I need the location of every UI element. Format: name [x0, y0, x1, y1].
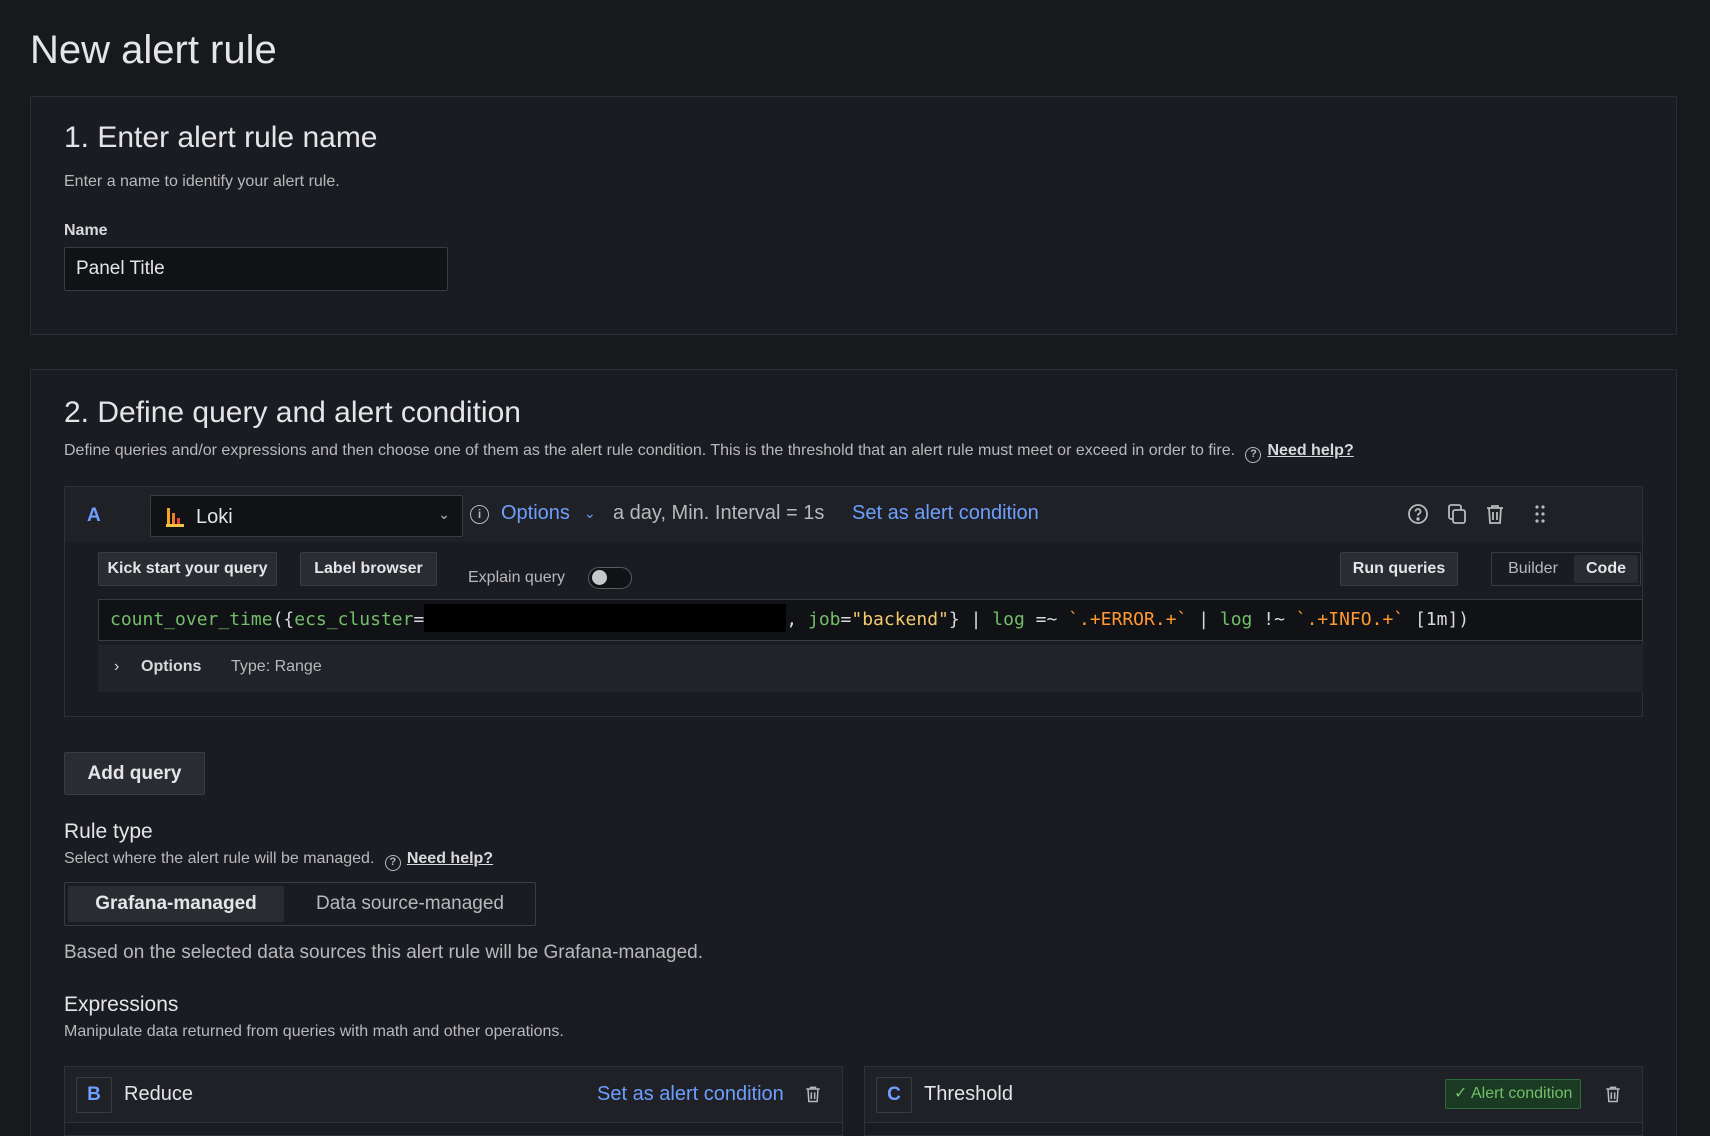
section-description: Enter a name to identify your alert rule…	[64, 173, 340, 190]
expression-header: B Reduce Set as alert condition	[65, 1067, 842, 1123]
need-help-link[interactable]: Need help?	[1267, 442, 1353, 459]
code-range: [1m])	[1404, 609, 1470, 630]
page-title: New alert rule	[30, 28, 277, 72]
code-eq: =	[413, 609, 425, 630]
options-row-label: Options	[141, 658, 202, 675]
loki-logo-icon	[166, 508, 184, 527]
code-log-keyword: log	[1219, 609, 1253, 630]
alert-condition-badge: ✓ Alert condition	[1445, 1079, 1582, 1109]
code-label: ecs_cluster	[294, 609, 414, 630]
options-row-type: Type: Range	[231, 658, 322, 675]
expression-card-c: C Threshold ✓ Alert condition	[864, 1066, 1643, 1136]
datasource-name: Loki	[196, 506, 233, 528]
help-icon[interactable]	[1406, 502, 1430, 526]
code-job-label: job	[808, 609, 841, 630]
expressions-title: Expressions	[64, 993, 179, 1016]
expression-card-b: B Reduce Set as alert condition	[64, 1066, 843, 1136]
query-options-row[interactable]: › Options Type: Range	[98, 645, 1643, 692]
rule-type-description-text: Select where the alert rule will be mana…	[64, 850, 375, 867]
code-close: }	[948, 609, 960, 630]
query-interval-info: a day, Min. Interval = 1s	[613, 502, 825, 524]
builder-mode-option[interactable]: Builder	[1493, 554, 1573, 584]
code-operator: =~	[1024, 609, 1069, 630]
add-query-button[interactable]: Add query	[64, 752, 205, 795]
label-browser-button[interactable]: Label browser	[300, 552, 437, 586]
expression-name: Threshold	[924, 1083, 1013, 1105]
expression-letter[interactable]: C	[876, 1077, 912, 1113]
datasource-select[interactable]: Loki ⌄	[150, 495, 463, 537]
rule-type-title: Rule type	[64, 820, 153, 843]
query-letter[interactable]: A	[87, 505, 101, 527]
chevron-down-icon: ⌄	[438, 506, 450, 522]
code-regex: `.+INFO.+`	[1295, 609, 1405, 630]
section-alert-rule-name: 1. Enter alert rule name Enter a name to…	[30, 96, 1677, 335]
expression-letter[interactable]: B	[76, 1077, 112, 1113]
explain-query-toggle[interactable]	[588, 567, 632, 589]
datasource-managed-option[interactable]: Data source-managed	[290, 886, 530, 922]
code-job-value: "backend"	[851, 609, 949, 630]
code-pipe: |	[1187, 609, 1220, 630]
redacted-value	[424, 604, 787, 632]
rule-type-switch: Grafana-managed Data source-managed	[64, 882, 536, 926]
code-mode-option[interactable]: Code	[1574, 555, 1638, 583]
explain-query-label: Explain query	[468, 569, 565, 586]
run-queries-button[interactable]: Run queries	[1340, 552, 1458, 586]
question-circle-icon: ?	[384, 855, 401, 871]
set-alert-condition-button[interactable]: Set as alert condition	[597, 1083, 784, 1106]
code-log-keyword: log	[992, 609, 1025, 630]
name-label: Name	[64, 222, 108, 239]
expression-header: C Threshold ✓ Alert condition	[865, 1067, 1642, 1123]
query-editor-a: A Loki ⌄ i Options ⌄ a day, Min. Interva…	[64, 486, 1643, 717]
code-sep: ,	[786, 609, 808, 630]
rule-name-input[interactable]: Panel Title	[64, 247, 448, 291]
trash-icon[interactable]	[1483, 502, 1507, 526]
duplicate-icon[interactable]	[1445, 502, 1469, 526]
toggle-knob	[592, 570, 607, 585]
grafana-managed-option[interactable]: Grafana-managed	[68, 886, 284, 922]
chevron-down-icon: ⌄	[584, 505, 596, 521]
query-code-editor[interactable]: count_over_time({ecs_cluster=, job="back…	[98, 599, 1643, 641]
expression-name: Reduce	[124, 1083, 193, 1105]
code-pipe: |	[959, 609, 993, 630]
query-header: A Loki ⌄ i Options ⌄ a day, Min. Interva…	[65, 487, 1642, 542]
code-open: ({	[272, 609, 295, 630]
need-help-link[interactable]: Need help?	[407, 850, 493, 867]
info-icon[interactable]: i	[470, 505, 489, 524]
question-circle-icon: ?	[1245, 447, 1262, 463]
code-regex: `.+ERROR.+`	[1068, 609, 1188, 630]
trash-icon[interactable]	[1603, 1083, 1623, 1105]
trash-icon[interactable]	[803, 1083, 823, 1105]
rule-type-description: Select where the alert rule will be mana…	[64, 850, 493, 871]
code-operator: !~	[1252, 609, 1296, 630]
section-description-text: Define queries and/or expressions and th…	[64, 442, 1236, 459]
section-title: 2. Define query and alert condition	[64, 396, 521, 429]
expressions-description: Manipulate data returned from queries wi…	[64, 1023, 564, 1040]
query-options-toggle[interactable]: Options	[501, 502, 570, 525]
code-job-eq: =	[840, 609, 852, 630]
drag-handle-icon[interactable]	[1528, 502, 1552, 526]
set-alert-condition-button[interactable]: Set as alert condition	[852, 502, 1039, 525]
kick-start-query-button[interactable]: Kick start your query	[98, 552, 277, 586]
section-query-condition: 2. Define query and alert condition Defi…	[30, 369, 1677, 1136]
section-title: 1. Enter alert rule name	[64, 121, 378, 154]
code-function: count_over_time	[110, 609, 273, 630]
rule-type-note: Based on the selected data sources this …	[64, 942, 703, 963]
section-description: Define queries and/or expressions and th…	[64, 442, 1354, 463]
chevron-right-icon: ›	[114, 658, 120, 675]
editor-mode-switch: Builder Code	[1491, 552, 1641, 586]
